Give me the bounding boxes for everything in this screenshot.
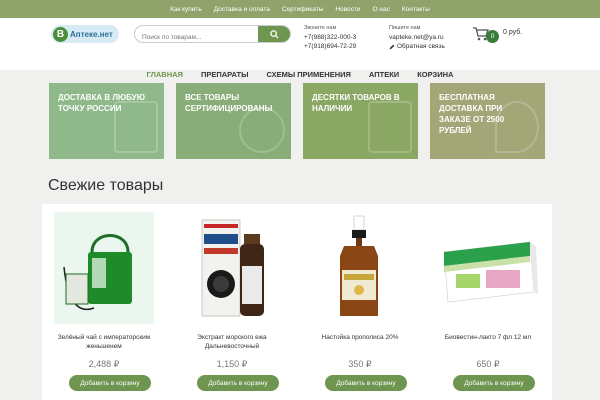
topbar-link-certificates[interactable]: Сертификаты <box>276 6 329 13</box>
email-contacts: Пишите нам vapteke.net@ya.ru Обратная св… <box>389 24 445 51</box>
cart-total: 0 руб. <box>503 29 523 36</box>
logo-text: Аптеке.нет <box>70 29 113 39</box>
topbar-link-delivery[interactable]: Доставка и оплата <box>208 6 276 13</box>
add-to-cart-button[interactable]: Добавить в корзину <box>197 375 279 391</box>
header: В Аптеке.нет Звоните нам +7(988)322-000-… <box>0 18 600 79</box>
topbar-link-how-to-buy[interactable]: Как купить <box>164 6 208 13</box>
search-icon <box>269 29 279 39</box>
product-price: 350 ₽ <box>348 359 372 369</box>
banner-delivery[interactable]: ДОСТАВКА В ЛЮБУЮ ТОЧКУ РОССИИ <box>49 83 164 159</box>
topbar-link-contacts[interactable]: Контакты <box>396 6 436 13</box>
banner-in-stock[interactable]: ДЕСЯТКИ ТОВАРОВ В НАЛИЧИИ <box>303 83 418 159</box>
feature-banners: ДОСТАВКА В ЛЮБУЮ ТОЧКУ РОССИИ ВСЕ ТОВАРЫ… <box>49 83 545 159</box>
banner-free-delivery[interactable]: БЕСПЛАТНАЯ ДОСТАВКА ПРИ ЗАКАЗЕ ОТ 2500 Р… <box>430 83 545 159</box>
search-box <box>134 25 291 43</box>
pencil-icon <box>389 44 395 49</box>
feedback-link[interactable]: Обратная связь <box>389 42 445 51</box>
product-image-sea-urchin[interactable] <box>182 212 282 324</box>
phone-1[interactable]: +7(988)322-000-3 <box>304 33 356 42</box>
green-tea-bag-picture <box>54 212 154 324</box>
product-name[interactable]: Зелёный чай с императорским женьшенем <box>42 333 166 351</box>
biovestin-box-picture <box>443 241 538 303</box>
section-title: Свежие товары <box>48 177 164 194</box>
top-links-bar: Как купить Доставка и оплата Сертификаты… <box>0 0 600 18</box>
email-link[interactable]: vapteke.net@ya.ru <box>389 33 445 42</box>
product-price: 650 ₽ <box>476 359 500 369</box>
logo-letter: В <box>53 26 68 42</box>
sea-urchin-extract-picture <box>201 219 264 317</box>
banner-delivery-text: ДОСТАВКА В ЛЮБУЮ ТОЧКУ РОССИИ <box>58 93 145 113</box>
product-image-biovestin[interactable] <box>438 212 538 324</box>
topbar-link-news[interactable]: Новости <box>329 6 366 13</box>
product-name[interactable]: Биовестин-лакто 7 фл 12 мл <box>426 333 550 342</box>
product-card: Зелёный чай с императорским женьшенем 2,… <box>42 204 166 400</box>
cart-count-badge: 0 <box>486 30 499 43</box>
email-label: Пишите нам <box>389 25 421 31</box>
product-card: Экстракт морского ежа Дальневосточный 1,… <box>170 204 294 400</box>
banner-certified[interactable]: ВСЕ ТОВАРЫ СЕРТИФИЦИРОВАНЫ <box>176 83 291 159</box>
banner-free-delivery-text: БЕСПЛАТНАЯ ДОСТАВКА ПРИ ЗАКАЗЕ ОТ 2500 Р… <box>439 93 505 135</box>
add-to-cart-button[interactable]: Добавить в корзину <box>453 375 535 391</box>
feedback-label: Обратная связь <box>397 43 445 50</box>
product-price: 2,488 ₽ <box>88 359 120 369</box>
product-image-green-tea[interactable] <box>54 212 154 324</box>
search-button[interactable] <box>258 26 290 42</box>
product-name[interactable]: Настойка прополиса 20% <box>298 333 422 342</box>
search-input[interactable] <box>135 29 255 42</box>
topbar-link-about[interactable]: О нас <box>367 6 396 13</box>
add-to-cart-button[interactable]: Добавить в корзину <box>325 375 407 391</box>
propolis-bottle-picture <box>340 215 378 316</box>
phone-2[interactable]: +7(918)694-72-29 <box>304 42 356 51</box>
product-image-propolis[interactable] <box>310 212 410 324</box>
product-name[interactable]: Экстракт морского ежа Дальневосточный <box>170 333 294 351</box>
phone-contacts: Звоните нам +7(988)322-000-3 +7(918)694-… <box>304 24 356 51</box>
add-to-cart-button[interactable]: Добавить в корзину <box>69 375 151 391</box>
logo[interactable]: В Аптеке.нет <box>51 25 119 43</box>
banner-in-stock-text: ДЕСЯТКИ ТОВАРОВ В НАЛИЧИИ <box>312 93 400 113</box>
product-card: Биовестин-лакто 7 фл 12 мл 650 ₽ Добавит… <box>426 204 550 400</box>
product-price: 1,150 ₽ <box>216 359 248 369</box>
product-card: Настойка прополиса 20% 350 ₽ Добавить в … <box>298 204 422 400</box>
product-list: Зелёный чай с императорским женьшенем 2,… <box>42 204 552 400</box>
banner-certified-text: ВСЕ ТОВАРЫ СЕРТИФИЦИРОВАНЫ <box>185 93 273 113</box>
phones-label: Звоните нам <box>304 25 337 31</box>
cart-widget[interactable]: 0 0 руб. <box>473 27 523 43</box>
